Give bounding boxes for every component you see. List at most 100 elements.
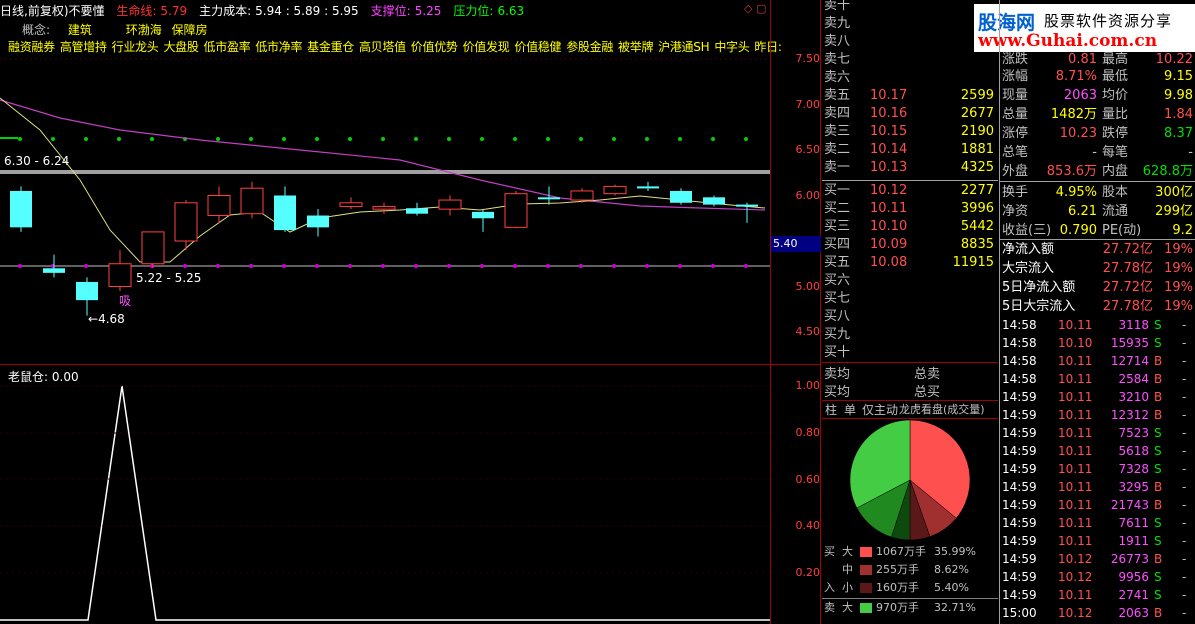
buy-level-row[interactable]: 买五 10.08 11915 [822, 254, 998, 272]
trade-row[interactable]: 14:59 10.12 9956 S - [1002, 568, 1195, 586]
logo-slogan: 股票软件资源分享 [1044, 12, 1173, 30]
tab-bar[interactable]: 柱 [825, 401, 837, 418]
stat-label: 收益(三) [1002, 223, 1052, 238]
concept-item[interactable]: 保障房 [172, 23, 208, 37]
trade-row[interactable]: 14:59 10.11 12312 B - [1002, 406, 1195, 424]
sector-tag[interactable]: 融资融券 [8, 40, 55, 54]
trade-row[interactable]: 14:59 10.11 21743 B - [1002, 496, 1195, 514]
sell-level-row[interactable]: 卖九 [822, 15, 998, 33]
trade-row[interactable]: 14:59 10.11 3295 B - [1002, 478, 1195, 496]
sector-tag[interactable]: 高贝塔值 [359, 40, 406, 54]
trade-row[interactable]: 15:00 10.12 2063 B - [1002, 604, 1195, 622]
buy-level-price: 10.10 [870, 219, 908, 234]
trade-time: 15:00 [1002, 606, 1037, 620]
candle-up [141, 231, 165, 265]
sector-tag[interactable]: 中字头 [714, 40, 749, 54]
trade-row[interactable]: 14:59 10.11 2741 S - [1002, 586, 1195, 604]
concept-item[interactable]: 建筑 [68, 23, 92, 37]
trade-side: S [1154, 444, 1162, 458]
trade-side: S [1154, 516, 1162, 530]
candle-down [538, 197, 560, 200]
buy-level-row[interactable]: 买二 10.11 3996 [822, 200, 998, 218]
sell-level-row[interactable]: 卖十 [822, 0, 998, 15]
pressure-dot [18, 137, 22, 141]
header-item-value: 5.79 [160, 4, 188, 18]
stat-label: 流通 [1102, 204, 1129, 219]
indicator-header: 日线,前复权)不要懂 生命线: 5.79 主力成本: 5.94 : 5.89 : 5.… [0, 2, 544, 19]
legend-row: 中 255万手 8.62% [822, 561, 998, 579]
buy-level-row[interactable]: 买十 [822, 344, 998, 362]
trade-row[interactable]: 14:58 10.11 12714 B - [1002, 352, 1195, 370]
buy-level-row[interactable]: 买一 10.12 2277 [822, 182, 998, 200]
sector-tag[interactable]: 高管增持 [60, 40, 107, 54]
site-logo[interactable]: 股海网 股票软件资源分享 www.Guhai.com.cn [974, 4, 1195, 52]
sector-tag[interactable]: 价值优势 [411, 40, 458, 54]
kline-chart-area[interactable]: 日线,前复权)不要懂 生命线: 5.79 主力成本: 5.94 : 5.89 : 5.… [0, 0, 782, 624]
trade-row[interactable]: 14:59 10.12 26773 B - [1002, 550, 1195, 568]
candle-down [736, 204, 758, 207]
legend-pct: 32.71% [934, 601, 976, 614]
sector-tag[interactable]: 行业龙头 [112, 40, 159, 54]
sell-level-row[interactable]: 卖三 10.15 2190 [822, 123, 998, 141]
trade-row[interactable]: 14:59 10.11 1911 S - [1002, 532, 1195, 550]
tab-dragon-tiger[interactable]: 龙虎看盘(成交量) [899, 401, 985, 417]
trade-row[interactable]: 14:58 10.11 3118 S - [1002, 316, 1195, 334]
sector-tag[interactable]: 低市盈率 [204, 40, 251, 54]
buy-level-row[interactable]: 买九 [822, 326, 998, 344]
order-pie-chart [849, 419, 971, 540]
stat-value: - [1188, 145, 1193, 160]
sector-tag[interactable]: 价值稳健 [514, 40, 561, 54]
orderbook-mid-line [822, 180, 998, 181]
trade-row[interactable]: 14:58 10.11 2584 B - [1002, 370, 1195, 388]
trade-tick: - [1182, 498, 1187, 512]
buy-level-volume: 3996 [960, 201, 994, 216]
sector-tag[interactable]: 被举牌 [618, 40, 653, 54]
sector-tag[interactable]: 沪港通SH [658, 40, 709, 54]
pressure-dot [480, 137, 484, 141]
sell-level-label: 卖八 [824, 34, 851, 49]
sector-tag[interactable]: 大盘股 [163, 40, 198, 54]
trade-row[interactable]: 14:59 10.11 5618 S - [1002, 442, 1195, 460]
buy-level-row[interactable]: 买七 [822, 290, 998, 308]
sector-tag[interactable]: 低市净率 [255, 40, 302, 54]
stat-row: 外盘 853.6万 内盘 628.8万 [1002, 162, 1195, 181]
sell-level-row[interactable]: 卖五 10.17 2599 [822, 87, 998, 105]
window-buttons[interactable]: ◇ ▢ [744, 2, 766, 15]
pressure-dot [711, 137, 715, 141]
trade-row[interactable]: 14:59 10.11 7328 S - [1002, 460, 1195, 478]
legend-amount: 160万手 [876, 581, 919, 594]
sell-level-row[interactable]: 卖二 10.14 1881 [822, 141, 998, 159]
buy-level-row[interactable]: 买三 10.10 5442 [822, 218, 998, 236]
sector-tag[interactable]: 基金重仓 [307, 40, 354, 54]
pressure-dot [51, 137, 55, 141]
trade-row[interactable]: 14:59 10.11 7523 S - [1002, 424, 1195, 442]
legend-amount: 1067万手 [876, 545, 926, 558]
sell-level-row[interactable]: 卖八 [822, 33, 998, 51]
trade-row[interactable]: 14:58 10.10 15935 S - [1002, 334, 1195, 352]
trade-row[interactable]: 14:59 10.11 3210 B - [1002, 388, 1195, 406]
tab-active-only[interactable]: 仅主动 [862, 401, 898, 418]
concept-item[interactable]: 环渤海 [126, 23, 162, 37]
sector-tag[interactable]: 价值发现 [463, 40, 510, 54]
trade-row[interactable]: 14:59 10.11 7611 S - [1002, 514, 1195, 532]
trade-time: 14:59 [1002, 516, 1037, 530]
flow-label: 5日净流入额 [1002, 280, 1076, 295]
buy-level-row[interactable]: 买八 [822, 308, 998, 326]
buy-level-row[interactable]: 买六 [822, 272, 998, 290]
trade-tick: - [1182, 372, 1187, 386]
buy-level-row[interactable]: 买四 10.09 8835 [822, 236, 998, 254]
sell-level-row[interactable]: 卖一 10.13 4325 [822, 159, 998, 177]
stat-row: 收益(三) 0.790 PE(动) 9.2 [1002, 221, 1195, 240]
trade-time: 14:59 [1002, 498, 1037, 512]
sector-tag[interactable]: 参股金融 [566, 40, 613, 54]
sell-level-row[interactable]: 卖六 [822, 69, 998, 87]
trade-price: 10.11 [1058, 408, 1093, 422]
pressure-dot [249, 137, 253, 141]
sell-level-row[interactable]: 卖四 10.16 2677 [822, 105, 998, 123]
sell-level-row[interactable]: 卖七 [822, 51, 998, 69]
chart-tabs: 柱 单 仅主动 龙虎看盘(成交量) [822, 401, 998, 419]
sub-indicator-chart[interactable] [0, 366, 770, 624]
tab-single[interactable]: 单 [844, 401, 856, 418]
flow-row: 5日大宗流入 27.78亿 19% [1002, 297, 1195, 316]
pressure-dot [216, 137, 220, 141]
